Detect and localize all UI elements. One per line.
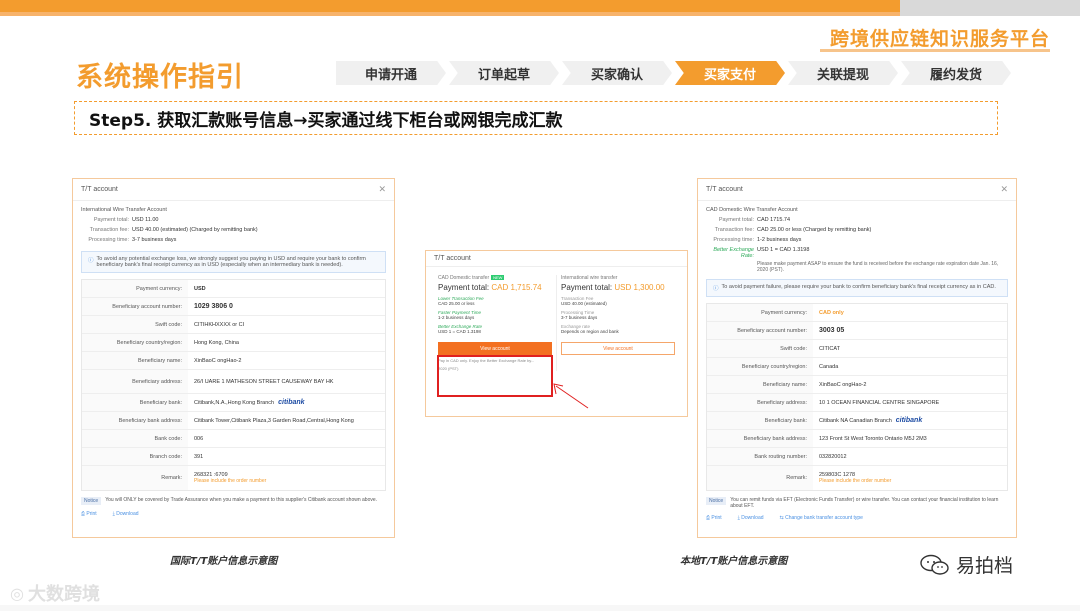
step-buyer-pay[interactable]: 买家支付 bbox=[675, 61, 785, 85]
watermark-left: ◎ 大数跨境 bbox=[10, 583, 100, 606]
table-row: Beneficiary account number: 3003 05 bbox=[707, 322, 1007, 340]
panel-links: ⎙ Print ⤓ Download bbox=[81, 511, 386, 517]
download-link[interactable]: ⤓ Download bbox=[113, 511, 147, 517]
notice-text: To avoid any potential exchange loss, we… bbox=[96, 256, 366, 268]
table-row: Beneficiary bank address: 123 Front St We… bbox=[707, 430, 1007, 448]
summary-row: Transaction fee: USD 40.00 (estimated) (C… bbox=[89, 227, 258, 233]
intl-wire-option: International wire transfer Payment tota… bbox=[557, 275, 679, 371]
top-bar-gray bbox=[900, 0, 1080, 16]
wechat-icon bbox=[920, 554, 949, 575]
panel-header: T/T account ✕ bbox=[73, 179, 394, 201]
rate-note: Please make payment ASAP to ensure the f… bbox=[757, 261, 999, 273]
arrow-icon bbox=[553, 383, 589, 409]
step-nav: 申请开通 订单起草 买家确认 买家支付 关联提现 履约发货 bbox=[336, 61, 1014, 85]
table-row: Beneficiary bank: Citibank,N.A.,Hong Kong… bbox=[82, 394, 385, 412]
footer-notice: Notice You can remit funds via EFT (Elec… bbox=[706, 497, 1008, 509]
brand-underline bbox=[820, 49, 1050, 52]
table-row: Beneficiary address: 10 1 OCEAN FINANCIAL… bbox=[707, 394, 1007, 412]
notice-box: ⓘ To avoid payment failure, please requi… bbox=[706, 279, 1008, 297]
citibank-logo: citibank bbox=[278, 399, 305, 406]
print-link[interactable]: ⎙ Print bbox=[706, 515, 730, 521]
footer-notice: Notice You will ONLY be covered by Trade… bbox=[81, 497, 386, 505]
account-table: Payment currency: CAD only Beneficiary ac… bbox=[706, 303, 1008, 491]
table-row: Swift code: CITIHKHXXXX or CI bbox=[82, 316, 385, 334]
download-link[interactable]: ⤓ Download bbox=[738, 515, 772, 521]
intl-tt-account-panel: T/T account ✕ International Wire Transfe… bbox=[72, 178, 395, 538]
panel-header: T/T account ✕ bbox=[698, 179, 1016, 201]
new-badge: NEW bbox=[491, 275, 505, 280]
table-row: Remark: 268321 :6709 Please include the or… bbox=[82, 466, 385, 490]
caption-right: 本地T/T账户信息示意图 bbox=[680, 556, 788, 567]
table-row: Branch code: 391 bbox=[82, 448, 385, 466]
table-row: Payment currency: USD bbox=[82, 280, 385, 298]
summary-row: Payment total: CAD 1715.74 bbox=[718, 217, 791, 223]
table-row: Beneficiary name: XinBaoC ongHao-2 bbox=[707, 376, 1007, 394]
step-apply[interactable]: 申请开通 bbox=[336, 61, 446, 85]
table-row: Bank routing number: 032820012 bbox=[707, 448, 1007, 466]
citibank-logo: citibank bbox=[895, 417, 923, 424]
table-row: Beneficiary account number: 1029 3806 0 bbox=[82, 298, 385, 316]
brand-title: 跨境供应链知识服务平台 bbox=[829, 28, 1050, 50]
step-draft-order[interactable]: 订单起草 bbox=[449, 61, 559, 85]
notice-tag: Notice bbox=[81, 497, 102, 505]
cad-tt-account-panel: T/T account ✕ CAD Domestic Wire Transfer… bbox=[697, 178, 1017, 538]
section-title: International Wire Transfer Account bbox=[81, 207, 167, 213]
panel-title: T/T account bbox=[706, 186, 743, 193]
table-row: Swift code: CITICAT bbox=[707, 340, 1007, 358]
summary-row: Better Exchange Rate: USD 1 = CAD 1.3198 bbox=[713, 247, 810, 259]
info-icon: ⓘ bbox=[88, 258, 94, 264]
table-row: Beneficiary country/region: Hong Kong, Ch… bbox=[82, 334, 385, 352]
watermark-right: 易拍档 bbox=[920, 551, 1013, 578]
summary-row: Processing time: 1-2 business days bbox=[713, 237, 802, 243]
bottom-line bbox=[0, 605, 1080, 611]
summary-row: Processing time: 3-7 business days bbox=[88, 237, 177, 243]
panel-title: T/T account bbox=[434, 255, 471, 262]
notice-tag: Notice bbox=[706, 497, 727, 505]
table-row: Beneficiary bank: Citibank NA Canadian Br… bbox=[707, 412, 1007, 430]
summary-row: Payment total: USD 11.00 bbox=[93, 217, 159, 223]
top-color-bar bbox=[0, 0, 1080, 16]
notice-box: ⓘ To avoid any potential exchange loss, … bbox=[81, 251, 386, 273]
summary-row: Transaction fee: CAD 25.00 or less (Charg… bbox=[714, 227, 872, 233]
panel-header: T/T account bbox=[426, 251, 687, 267]
view-account-button-intl[interactable]: View account bbox=[561, 342, 675, 355]
panel-title: T/T account bbox=[81, 186, 118, 193]
table-row: Remark: 259803C 1278 Please include the or… bbox=[707, 466, 1007, 490]
step-ship[interactable]: 履约发货 bbox=[901, 61, 1011, 85]
close-icon[interactable]: ✕ bbox=[378, 184, 386, 195]
panel-links: ⎙ Print ⤓ Download ⇆ Change bank transfe… bbox=[706, 515, 1008, 521]
close-icon[interactable]: ✕ bbox=[1000, 184, 1008, 195]
account-table: Payment currency: USD Beneficiary account… bbox=[81, 279, 386, 491]
section-title: CAD Domestic Wire Transfer Account bbox=[706, 207, 798, 213]
view-account-button-cad[interactable]: View account bbox=[438, 342, 552, 355]
caption-left: 国际T/T账户信息示意图 bbox=[170, 556, 278, 567]
notice-text: To avoid payment failure, please require… bbox=[721, 284, 996, 290]
print-link[interactable]: ⎙ Print bbox=[81, 511, 105, 517]
step-withdraw[interactable]: 关联提现 bbox=[788, 61, 898, 85]
table-row: Beneficiary name: XinBaoC ongHao-2 bbox=[82, 352, 385, 370]
info-icon: ⓘ bbox=[713, 286, 719, 292]
table-row: Payment currency: CAD only bbox=[707, 304, 1007, 322]
table-row: Beneficiary country/region: Canada bbox=[707, 358, 1007, 376]
table-row: Beneficiary bank address: Citibank Tower,… bbox=[82, 412, 385, 430]
table-row: Beneficiary address: 26/I UARE 1 MATHESON… bbox=[82, 370, 385, 394]
change-account-type-link[interactable]: ⇆ Change bank transfer account type bbox=[780, 515, 871, 521]
table-row: Bank code: 006 bbox=[82, 430, 385, 448]
step5-banner: Step5. 获取汇款账号信息→买家通过线下柜台或网银完成汇款 bbox=[74, 101, 998, 135]
guide-title: 系统操作指引 bbox=[76, 62, 244, 93]
weibo-icon: ◎ bbox=[10, 583, 24, 603]
highlight-box bbox=[437, 355, 553, 397]
step-buyer-confirm[interactable]: 买家确认 bbox=[562, 61, 672, 85]
